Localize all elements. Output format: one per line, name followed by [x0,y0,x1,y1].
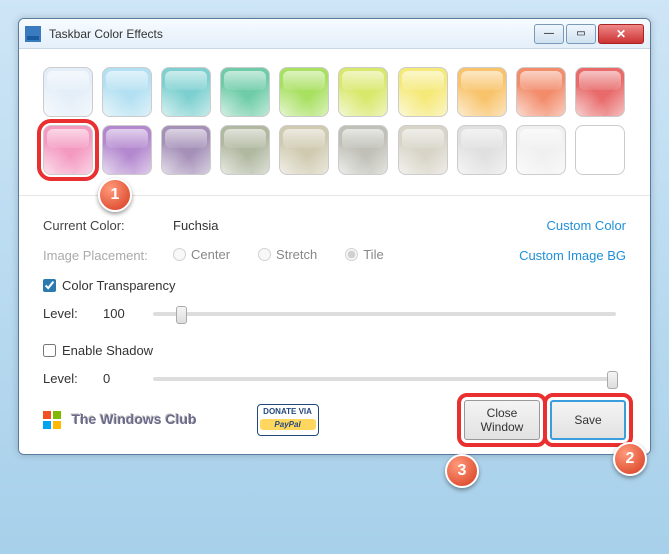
color-swatch[interactable] [398,67,448,117]
callout-badge-3: 3 [445,454,479,488]
current-color-value: Fuchsia [173,218,219,233]
titlebar: Taskbar Color Effects — ▭ ✕ [19,19,650,49]
paypal-donate-button[interactable]: DONATE VIA PayPal [257,404,319,436]
color-swatch[interactable] [398,125,448,175]
image-placement-label: Image Placement: [43,248,173,263]
shadow-level-label: Level: [43,371,103,386]
custom-color-link[interactable]: Custom Color [547,218,626,233]
color-swatch[interactable] [161,125,211,175]
minimize-button[interactable]: — [534,24,564,44]
transparency-level-value: 100 [103,306,143,321]
window-title: Taskbar Color Effects [49,27,532,41]
color-transparency-checkbox[interactable]: Color Transparency [43,278,175,293]
enable-shadow-row: Enable Shadow [43,335,626,365]
transparency-check-label: Color Transparency [62,278,175,293]
action-buttons: CloseWindow Save [464,400,626,440]
paypal-text: PayPal [260,419,316,431]
color-swatch[interactable] [102,67,152,117]
donate-via-text: DONATE VIA [260,407,316,417]
color-swatch[interactable] [457,125,507,175]
close-window-action-button[interactable]: CloseWindow [464,400,540,440]
maximize-button[interactable]: ▭ [566,24,596,44]
callout-badge-1: 1 [98,178,132,212]
color-swatch[interactable] [338,125,388,175]
color-swatch[interactable] [161,67,211,117]
image-placement-row: Image Placement: Center Stretch Tile Custo… [43,240,626,270]
placement-radio-stretch[interactable]: Stretch [258,247,317,262]
app-window: Taskbar Color Effects — ▭ ✕ Current Colo… [18,18,651,455]
shadow-slider[interactable] [153,377,616,381]
color-swatch[interactable] [516,125,566,175]
color-swatch[interactable] [279,67,329,117]
transparency-slider[interactable] [153,312,616,316]
transparency-level-row: Level: 100 [43,306,626,321]
color-swatch[interactable] [220,67,270,117]
windows-logo-icon [43,411,61,429]
slider-thumb[interactable] [176,306,187,324]
color-swatch-grid [43,67,626,175]
color-swatch[interactable] [575,125,625,175]
save-button[interactable]: Save [550,400,626,440]
callout-badge-2: 2 [613,442,647,476]
color-swatch[interactable] [516,67,566,117]
enable-shadow-checkbox[interactable]: Enable Shadow [43,343,153,358]
shadow-check-label: Enable Shadow [62,343,153,358]
brand-text: The Windows Club [71,411,196,427]
transparency-check-input[interactable] [43,279,56,292]
placement-radio-tile[interactable]: Tile [345,247,383,262]
slider-thumb[interactable] [607,371,618,389]
shadow-level-row: Level: 0 [43,371,626,386]
custom-image-link[interactable]: Custom Image BG [519,248,626,263]
color-swatch[interactable] [43,125,93,175]
window-buttons: — ▭ ✕ [532,24,644,44]
app-icon [25,26,41,42]
transparency-level-label: Level: [43,306,103,321]
close-window-button[interactable]: ✕ [598,24,644,44]
placement-radio-group: Center Stretch Tile [173,247,412,264]
color-swatch[interactable] [338,67,388,117]
shadow-check-input[interactable] [43,344,56,357]
color-swatch[interactable] [102,125,152,175]
color-swatch[interactable] [220,125,270,175]
color-transparency-row: Color Transparency [43,270,626,300]
color-swatch[interactable] [43,67,93,117]
placement-radio-center[interactable]: Center [173,247,230,262]
shadow-level-value: 0 [103,371,143,386]
color-swatch[interactable] [279,125,329,175]
current-color-row: Current Color: Fuchsia Custom Color [43,210,626,240]
color-swatch[interactable] [575,67,625,117]
brand-logo: The Windows Club [43,411,197,429]
color-swatch[interactable] [457,67,507,117]
content-area: Current Color: Fuchsia Custom Color Imag… [19,49,650,454]
current-color-label: Current Color: [43,218,173,233]
footer: The Windows Club DONATE VIA PayPal Close… [43,400,626,440]
